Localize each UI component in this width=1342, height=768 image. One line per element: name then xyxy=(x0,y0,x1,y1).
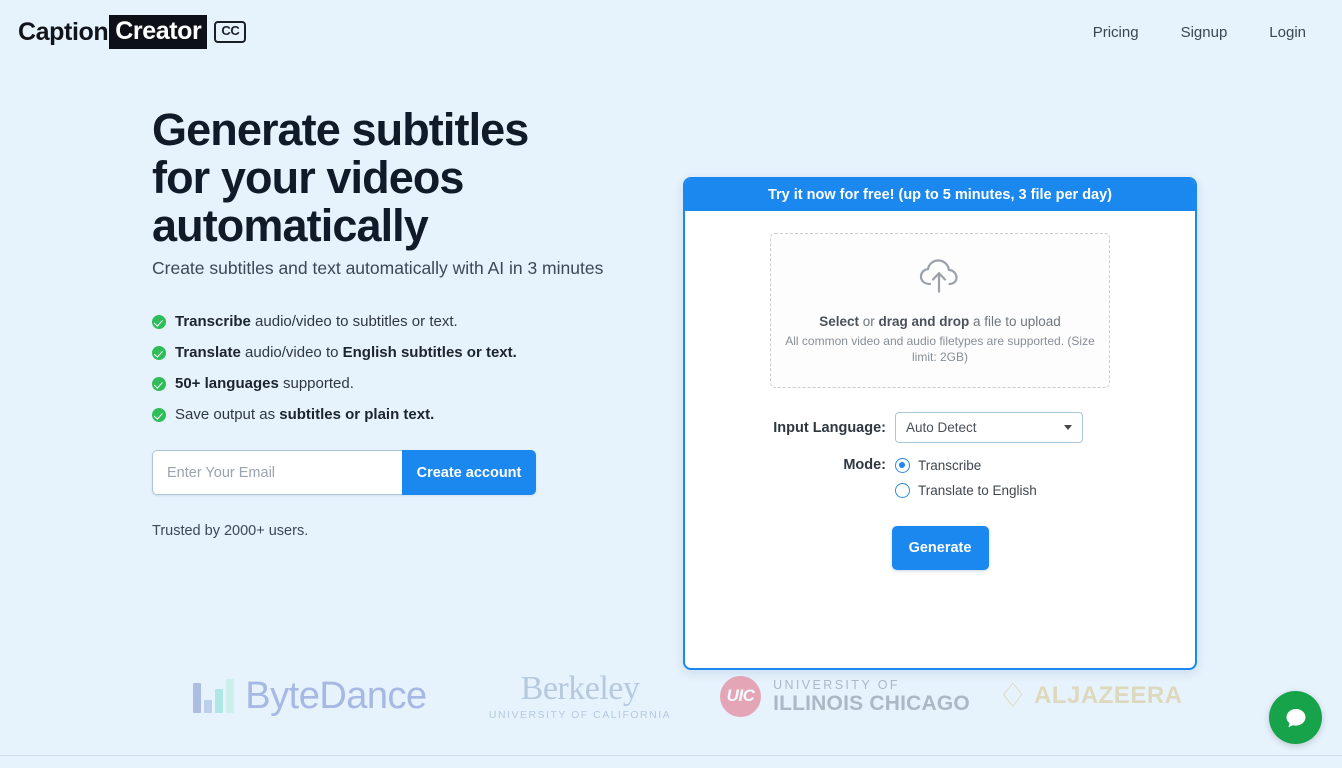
radio-button-icon[interactable] xyxy=(895,483,910,498)
feature-mid: Save output as xyxy=(175,406,280,423)
logo-text-caption: Caption xyxy=(18,17,109,46)
closed-caption-icon: CC xyxy=(214,21,247,43)
logo-uic: UIC UNIVERSITY OF ILLINOIS CHICAGO xyxy=(700,675,990,717)
check-circle-icon xyxy=(152,377,166,391)
generate-button[interactable]: Generate xyxy=(891,526,989,570)
check-circle-icon xyxy=(152,346,166,360)
check-circle-icon xyxy=(152,315,166,329)
dropzone-secondary-text: All common video and audio filetypes are… xyxy=(785,333,1095,364)
trusted-by-text: Trusted by 2000+ users. xyxy=(152,523,309,539)
bytedance-wordmark: ByteDance xyxy=(245,674,427,717)
dropzone-drag-word: drag and drop xyxy=(878,313,970,329)
feature-text: Save output as subtitles or plain text. xyxy=(175,406,434,424)
site-header: Caption Creator CC Pricing Signup Login xyxy=(0,0,1342,64)
list-item: Save output as subtitles or plain text. xyxy=(152,406,690,424)
list-item: 50+ languages supported. xyxy=(152,375,690,393)
partner-logos: ByteDance Berkeley UNIVERSITY OF CALIFOR… xyxy=(0,655,1342,737)
logo-berkeley: Berkeley UNIVERSITY OF CALIFORNIA xyxy=(460,669,700,721)
radio-label-transcribe: Transcribe xyxy=(918,458,982,473)
email-field[interactable] xyxy=(152,450,402,495)
page-title: Generate subtitles for your videos autom… xyxy=(152,104,529,251)
hero-section: Generate subtitles for your videos autom… xyxy=(0,102,690,539)
hero-subheadline: Create subtitles and text automatically … xyxy=(152,258,604,278)
nav-link-signup[interactable]: Signup xyxy=(1181,24,1228,41)
uic-line-1: UNIVERSITY OF xyxy=(773,677,900,692)
bottom-divider xyxy=(0,755,1342,756)
mode-radio-group: Transcribe Translate to English xyxy=(895,457,1037,508)
feature-bold-tail: English subtitles or text. xyxy=(342,344,517,361)
dropzone-select-word: Select xyxy=(819,313,859,329)
mode-label: Mode: xyxy=(843,457,886,473)
aljazeera-mark-icon: ♢ xyxy=(997,677,1028,715)
signup-form: Create account xyxy=(152,450,536,495)
berkeley-wordmark: Berkeley xyxy=(520,669,640,707)
feature-mid: audio/video to xyxy=(240,344,343,361)
main-navigation: Pricing Signup Login xyxy=(1093,24,1322,41)
site-logo[interactable]: Caption Creator CC xyxy=(18,15,247,49)
feature-bold-lead: 50+ languages xyxy=(175,375,279,392)
uic-line-2: ILLINOIS CHICAGO xyxy=(773,691,970,715)
feature-text: Transcribe audio/video to subtitles or t… xyxy=(175,313,458,331)
radio-label-translate: Translate to English xyxy=(918,483,1037,498)
radio-option-transcribe[interactable]: Transcribe xyxy=(895,458,1037,473)
logo-aljazeera: ♢ ALJAZEERA xyxy=(990,679,1190,713)
dropzone-mid-word: or xyxy=(858,313,879,329)
main-content: Generate subtitles for your videos autom… xyxy=(0,64,1342,670)
feature-bold-lead: Translate xyxy=(175,344,241,361)
berkeley-subtitle: UNIVERSITY OF CALIFORNIA xyxy=(488,708,672,721)
card-banner: Try it now for free! (up to 5 minutes, 3… xyxy=(685,179,1195,211)
dropzone-primary-text: Select or drag and drop a file to upload xyxy=(819,314,1061,329)
feature-text: Translate audio/video to English subtitl… xyxy=(175,344,517,362)
aljazeera-wordmark: ALJAZEERA xyxy=(1033,682,1183,709)
create-account-button[interactable]: Create account xyxy=(402,450,536,495)
input-language-row: Input Language: Auto Detect xyxy=(713,412,1167,443)
input-language-select-wrapper: Auto Detect xyxy=(895,412,1083,443)
feature-mid: audio/video to subtitles or text. xyxy=(250,313,458,330)
input-language-select[interactable]: Auto Detect xyxy=(895,412,1083,443)
feature-list: Transcribe audio/video to subtitles or t… xyxy=(152,313,690,424)
radio-option-translate[interactable]: Translate to English xyxy=(895,483,1037,498)
file-dropzone[interactable]: Select or drag and drop a file to upload… xyxy=(770,233,1110,388)
nav-link-login[interactable]: Login xyxy=(1269,24,1306,41)
logo-bytedance: ByteDance xyxy=(160,675,460,718)
feature-mid: supported. xyxy=(278,375,354,392)
chat-widget-button[interactable] xyxy=(1269,691,1322,744)
check-circle-icon xyxy=(152,408,166,422)
radio-button-icon[interactable] xyxy=(895,458,910,473)
chat-bubble-icon xyxy=(1286,708,1305,727)
dropzone-tail-word: a file to upload xyxy=(969,313,1061,329)
list-item: Translate audio/video to English subtitl… xyxy=(152,344,690,362)
feature-bold-tail: subtitles or plain text. xyxy=(279,406,435,423)
uic-badge-icon: UIC xyxy=(720,675,762,717)
card-body: Select or drag and drop a file to upload… xyxy=(685,211,1195,570)
feature-bold-lead: Transcribe xyxy=(175,313,251,330)
logo-text-creator: Creator xyxy=(109,15,208,49)
bytedance-mark-icon xyxy=(193,679,235,713)
feature-text: 50+ languages supported. xyxy=(175,375,354,393)
list-item: Transcribe audio/video to subtitles or t… xyxy=(152,313,690,331)
cloud-upload-icon xyxy=(918,257,962,300)
input-language-label: Input Language: xyxy=(773,419,886,436)
mode-row: Mode: Transcribe Translate to English xyxy=(713,457,1167,508)
nav-link-pricing[interactable]: Pricing xyxy=(1093,24,1139,41)
upload-card: Try it now for free! (up to 5 minutes, 3… xyxy=(683,177,1197,670)
